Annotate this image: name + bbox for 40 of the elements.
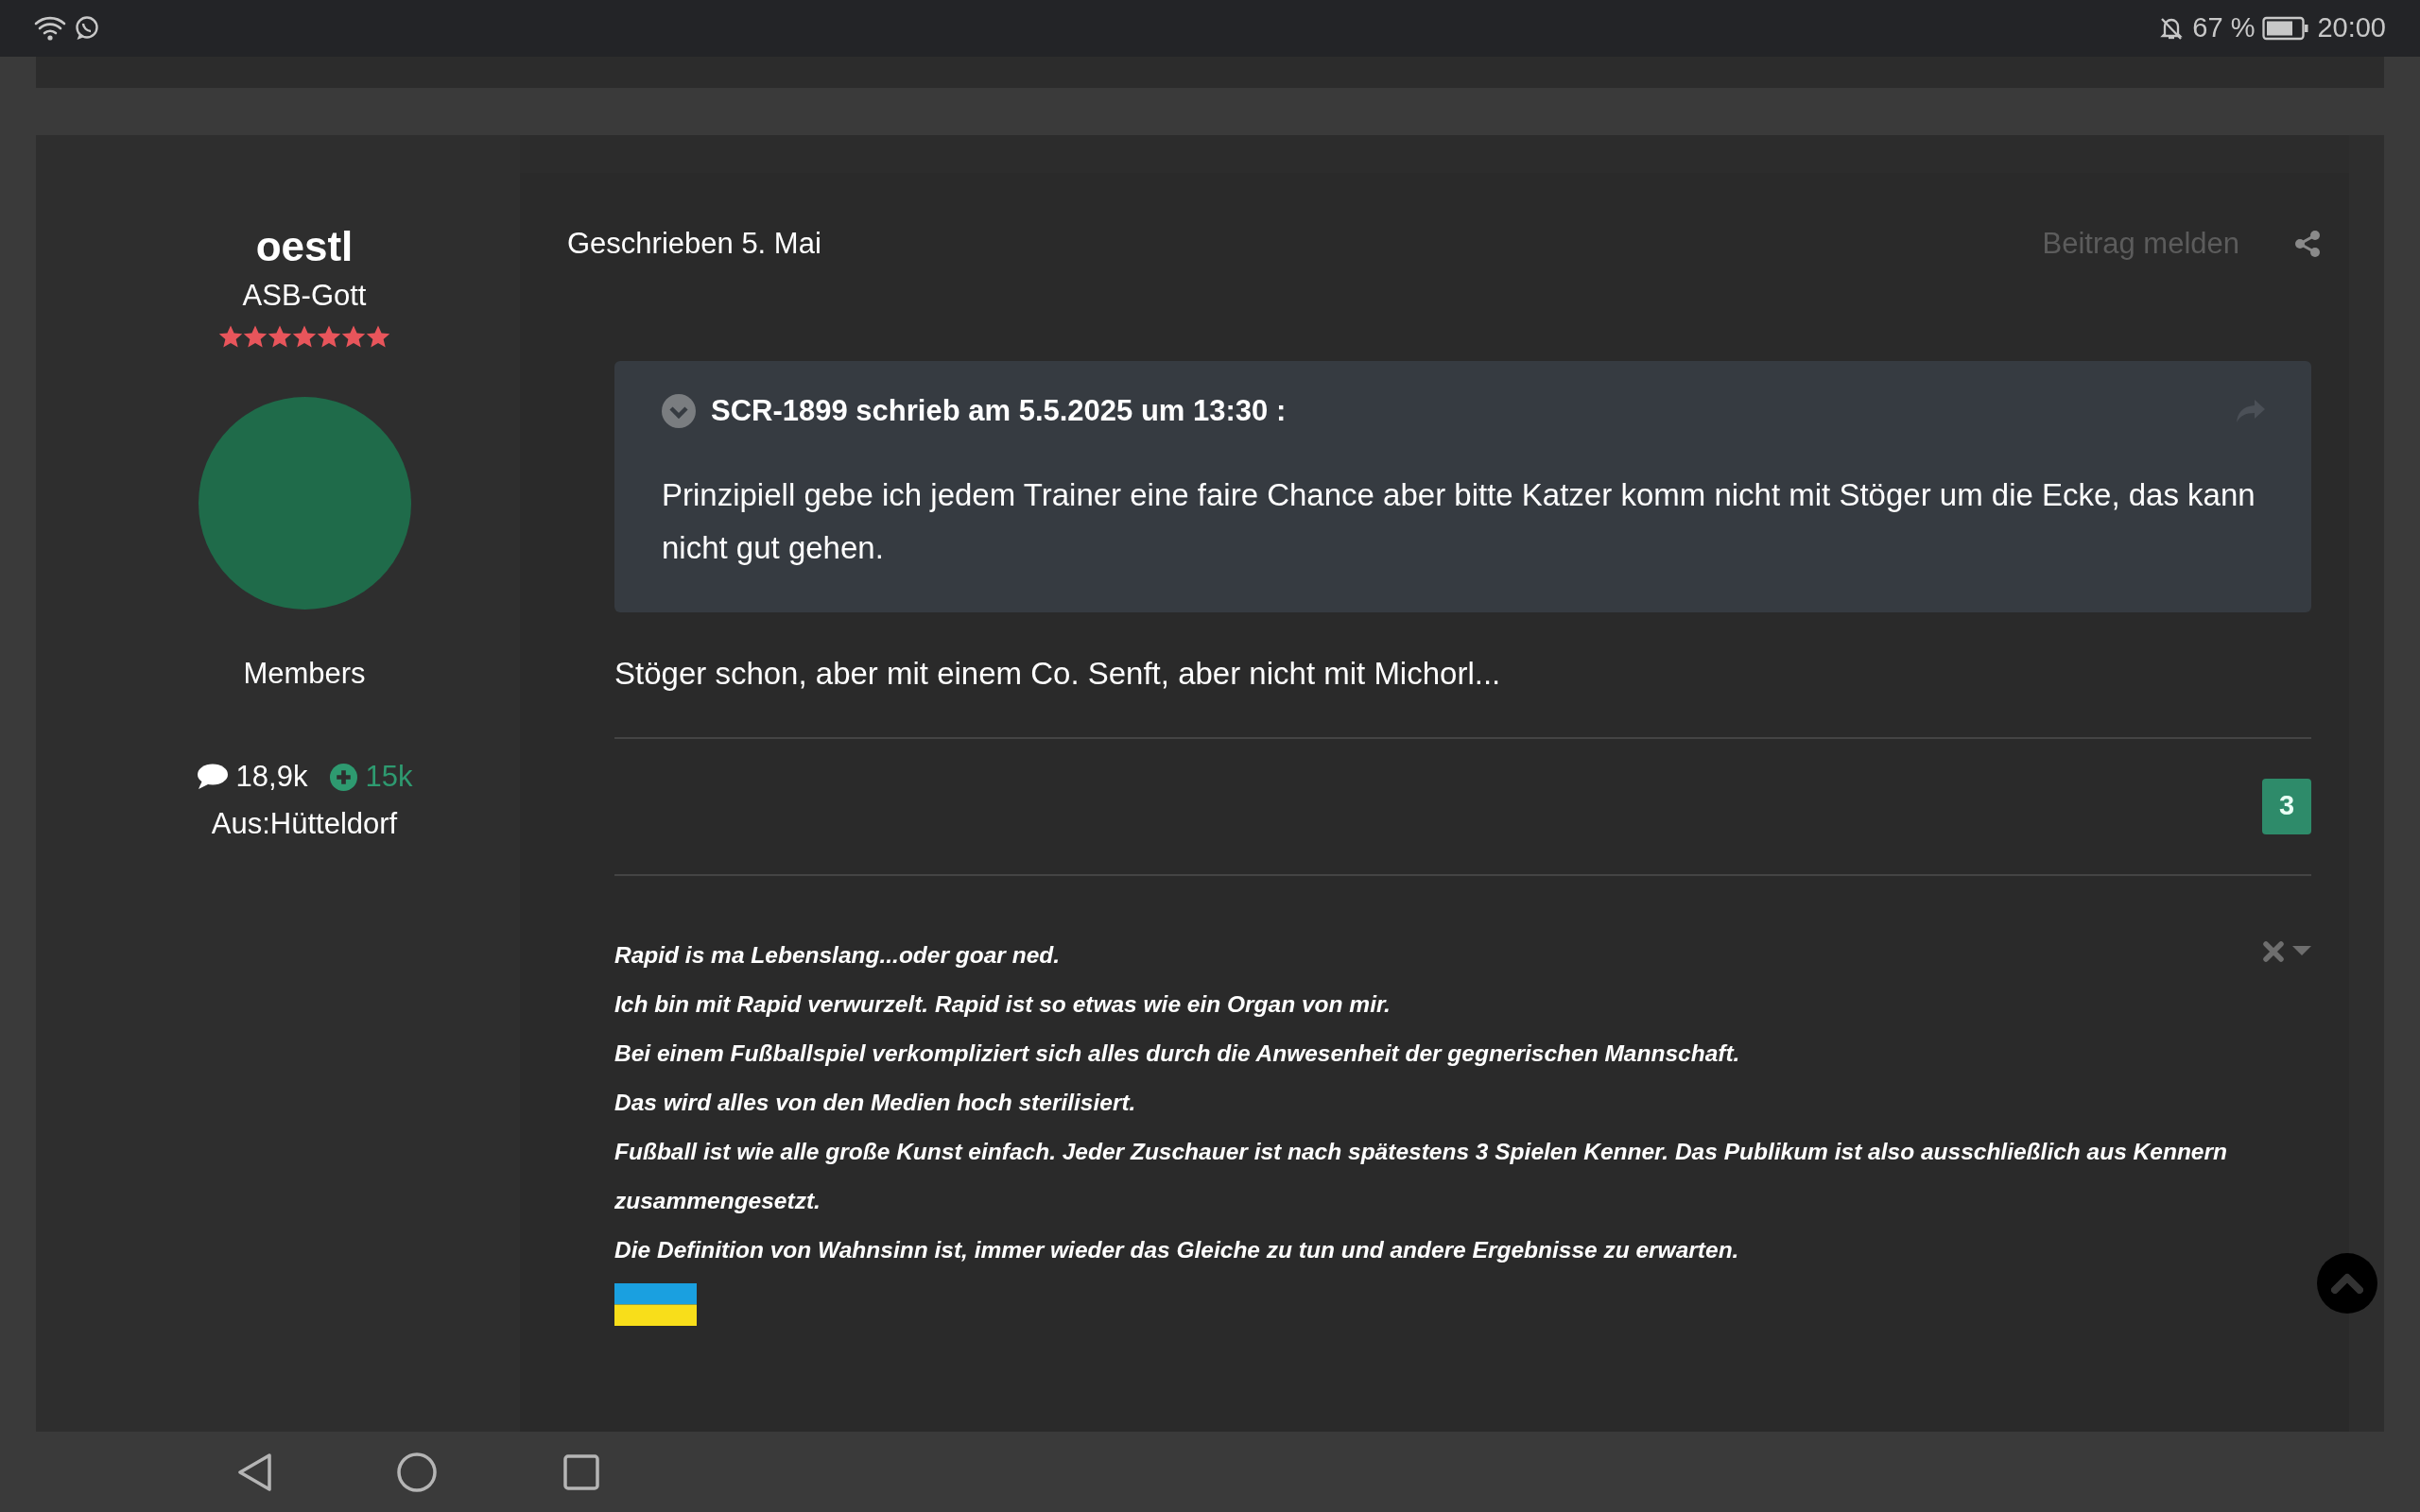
username[interactable]: oestl — [255, 222, 354, 272]
battery-percentage: 67 % — [2192, 11, 2256, 45]
chevron-circle-icon[interactable] — [662, 393, 696, 428]
signature-line: Das wird alles von den Medien hoch sterilisiert. — [614, 1088, 1137, 1117]
star-icon — [268, 325, 292, 351]
quote-text: Prinzipiell gebe ich jedem Trainer eine faire Chance aber bitte Katzer komm nicht mit Stöger um die Ecke, das kann nicht gut gehen. — [662, 476, 2256, 567]
user-rank: ASB-Gott — [242, 277, 367, 314]
post-date: Geschrieben 5. Mai — [567, 226, 821, 262]
share-icon[interactable] — [2294, 230, 2321, 259]
star-icon — [317, 325, 341, 351]
user-location: Aus:Hütteldorf — [211, 806, 398, 843]
home-icon[interactable] — [397, 1452, 437, 1492]
chat-bubble-icon — [74, 15, 100, 42]
caret-down-icon[interactable] — [2292, 944, 2311, 956]
post-count: 18,9k — [235, 758, 308, 795]
plus-circle-icon — [330, 763, 358, 791]
back-icon[interactable] — [236, 1452, 274, 1492]
signature-line: Fußball ist wie alle große Kunst einfach. Jeder Zuschauer ist nach spätestens 3 Spielen Kenner. Das Publikum ist also ausschließlich aus Kennern zusammengesetzt. — [614, 1137, 2228, 1215]
star-icon — [243, 325, 268, 351]
speech-bubble-icon — [196, 763, 229, 792]
signature-line: Rapid is ma Lebenslang...oder goar ned. — [614, 940, 1062, 970]
recent-apps-icon[interactable] — [563, 1453, 599, 1490]
signature-line: Die Definition von Wahnsinn ist, immer wieder das Gleiche zu tun und andere Ergebnisse zu erwarten. — [614, 1235, 1740, 1264]
ukraine-flag-icon — [614, 1282, 697, 1326]
star-icon — [218, 325, 243, 351]
chevron-up-icon — [2331, 1273, 2363, 1294]
clock-time: 20:00 — [2317, 11, 2386, 45]
battery-icon — [2262, 16, 2310, 41]
user-group: Members — [243, 652, 366, 696]
signature-line: Ich bin mit Rapid verwurzelt. Rapid ist so etwas wie ein Organ von mir. — [614, 989, 1392, 1019]
post-text: Stöger schon, aber mit einem Co. Senft, aber nicht mit Michorl... — [614, 655, 1502, 693]
star-icon — [366, 325, 390, 351]
reputation-count: 15k — [365, 758, 413, 795]
star-icon — [341, 325, 366, 351]
quote-header: SCR-1899 schrieb am 5.5.2025 um 13:30 : — [711, 392, 1288, 429]
wifi-icon — [34, 15, 66, 42]
signature-line: Bei einem Fußballspiel verkompliziert sich alles durch die Anwesenheit der gegnerischen Mannschaft. — [614, 1039, 1741, 1068]
close-icon[interactable] — [2262, 939, 2285, 963]
reaction-count[interactable]: 3 — [2262, 778, 2311, 834]
star-icon — [292, 325, 317, 351]
